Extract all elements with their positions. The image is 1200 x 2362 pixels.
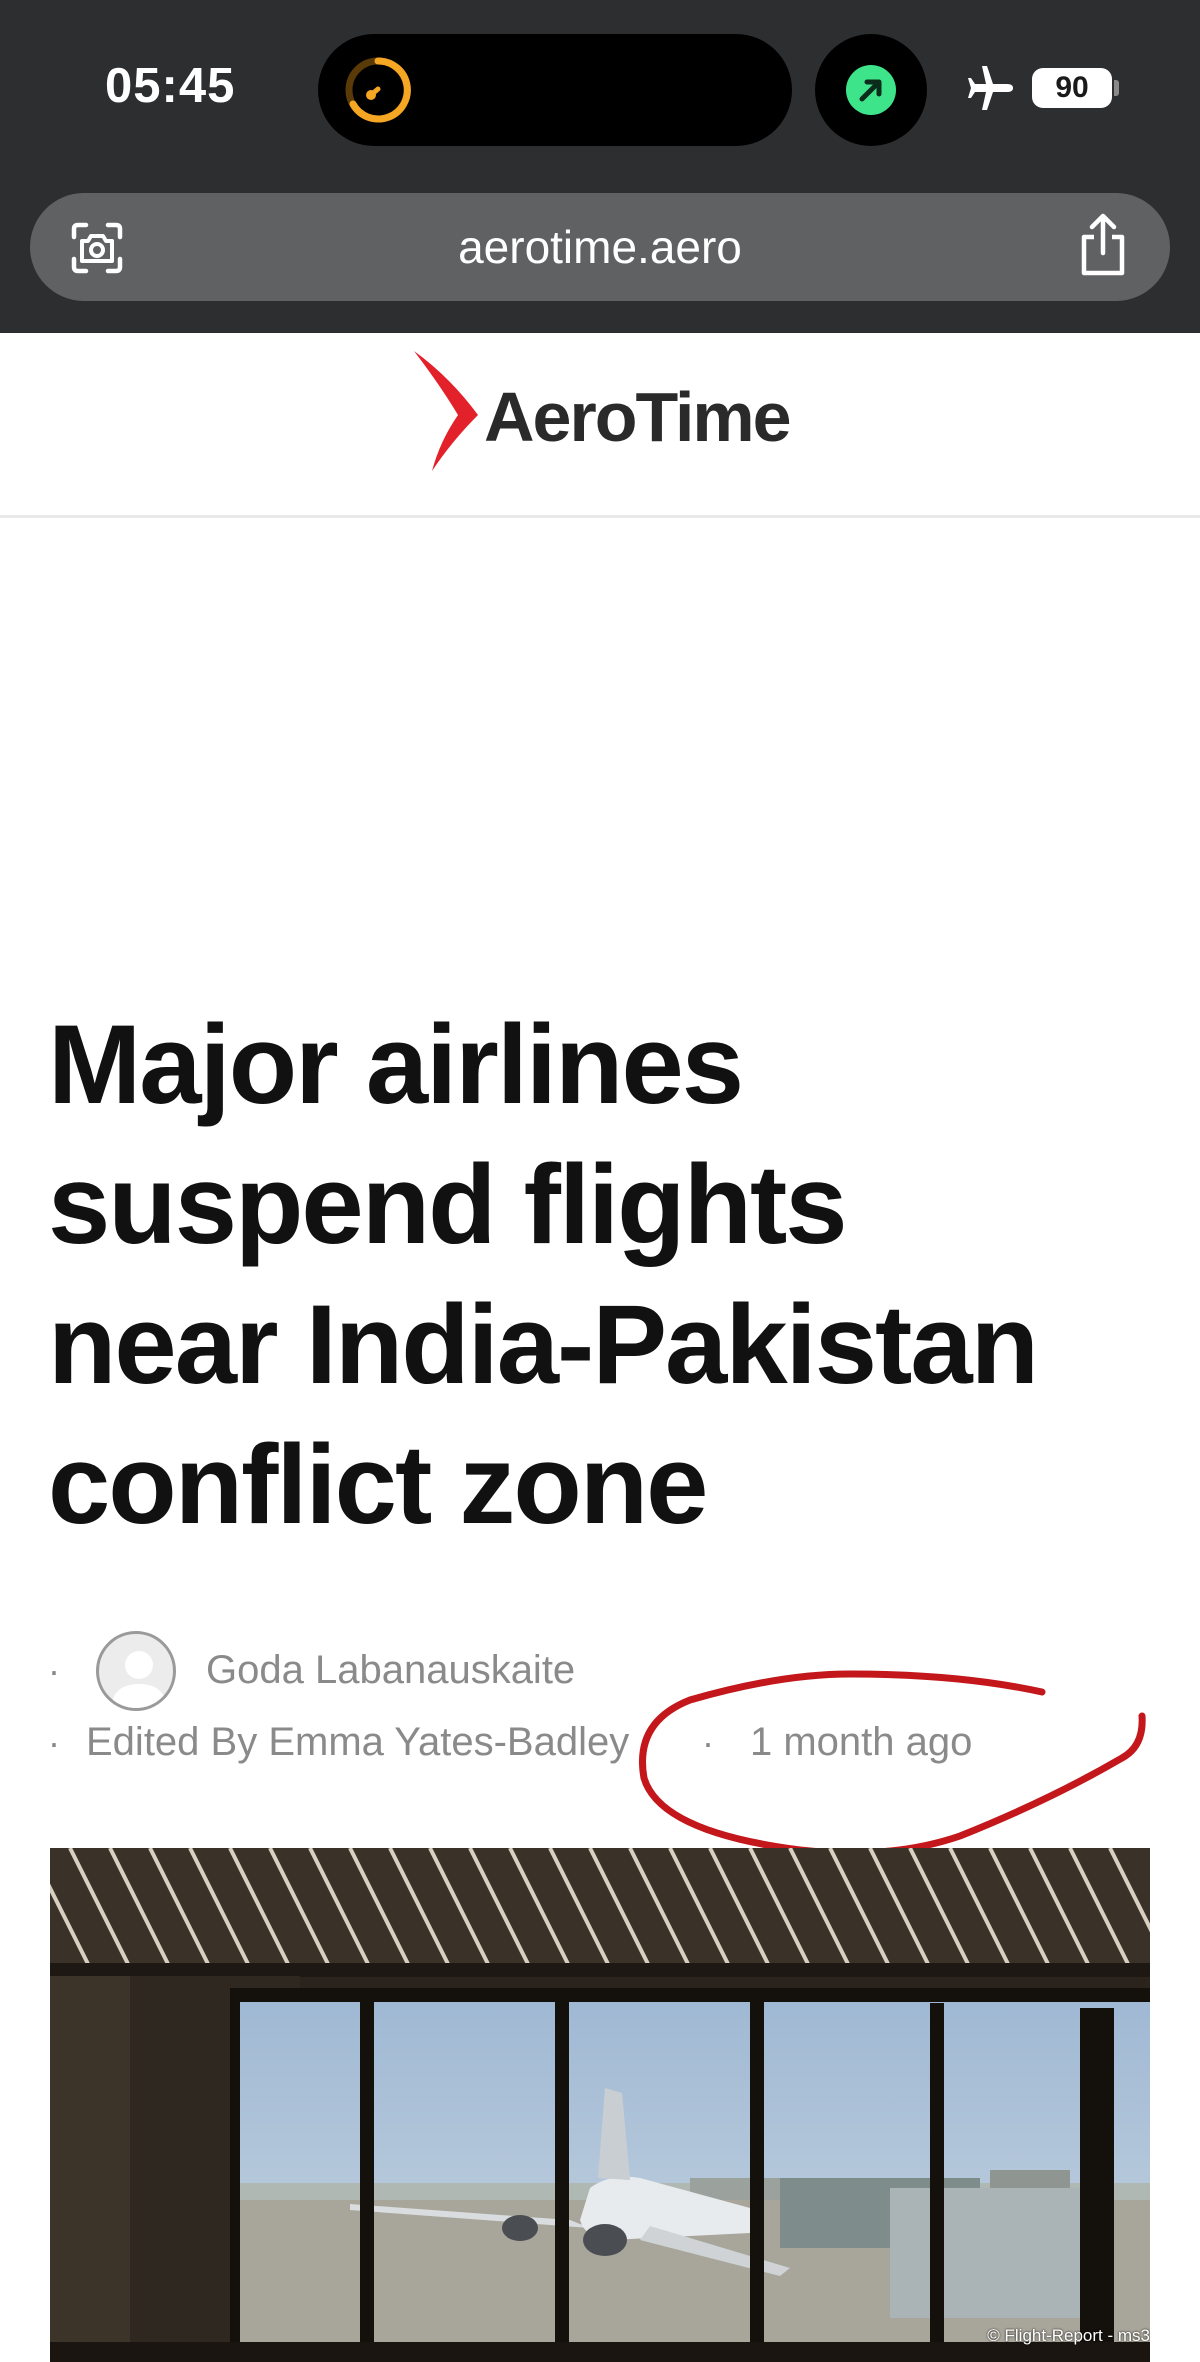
annotation-circle (639, 1670, 1146, 1857)
navigation-bubble[interactable] (815, 34, 927, 146)
browser-chrome: 05:45 90 aerotime.aero (0, 0, 1200, 333)
avatar-placeholder-icon (111, 1651, 167, 1708)
meta-separator: · (48, 1722, 60, 1763)
editor-credit: Edited By Emma Yates-Badley (86, 1720, 630, 1764)
article-headline: Major airlines suspend flights near Indi… (48, 995, 1168, 1555)
meta-separator: · (48, 1650, 60, 1691)
share-icon[interactable] (1074, 213, 1132, 279)
photo-watermark: © Flight-Report - ms3 (987, 2326, 1150, 2345)
site-header: AeroTime (0, 333, 1200, 518)
site-logo[interactable]: AeroTime (484, 377, 792, 457)
author-name[interactable]: Goda Labanauskaite (206, 1648, 575, 1693)
navigation-arrow-icon (846, 65, 896, 115)
author-avatar[interactable] (96, 1631, 176, 1711)
meta-separator: · (702, 1722, 714, 1763)
timer-icon (345, 57, 411, 123)
headline-line: suspend flights (48, 1142, 848, 1267)
aerotime-logo-mark[interactable] (410, 349, 485, 471)
airplane-icon (968, 66, 1013, 110)
dynamic-island[interactable] (318, 34, 792, 146)
url-text[interactable]: aerotime.aero (30, 193, 1170, 301)
article-hero-image[interactable]: © Flight-Report - ms3 (50, 1848, 1150, 2362)
publish-time: 1 month ago (750, 1720, 973, 1764)
address-bar[interactable]: aerotime.aero (30, 193, 1170, 301)
headline-line: conflict zone (48, 1422, 708, 1547)
status-time: 05:45 (105, 59, 236, 113)
battery-indicator: 90 (1032, 68, 1112, 108)
battery-tip (1114, 80, 1119, 96)
airport-photo (50, 1848, 1150, 2362)
headline-line: near India-Pakistan (48, 1282, 1039, 1407)
headline-line: Major airlines (48, 1002, 744, 1127)
